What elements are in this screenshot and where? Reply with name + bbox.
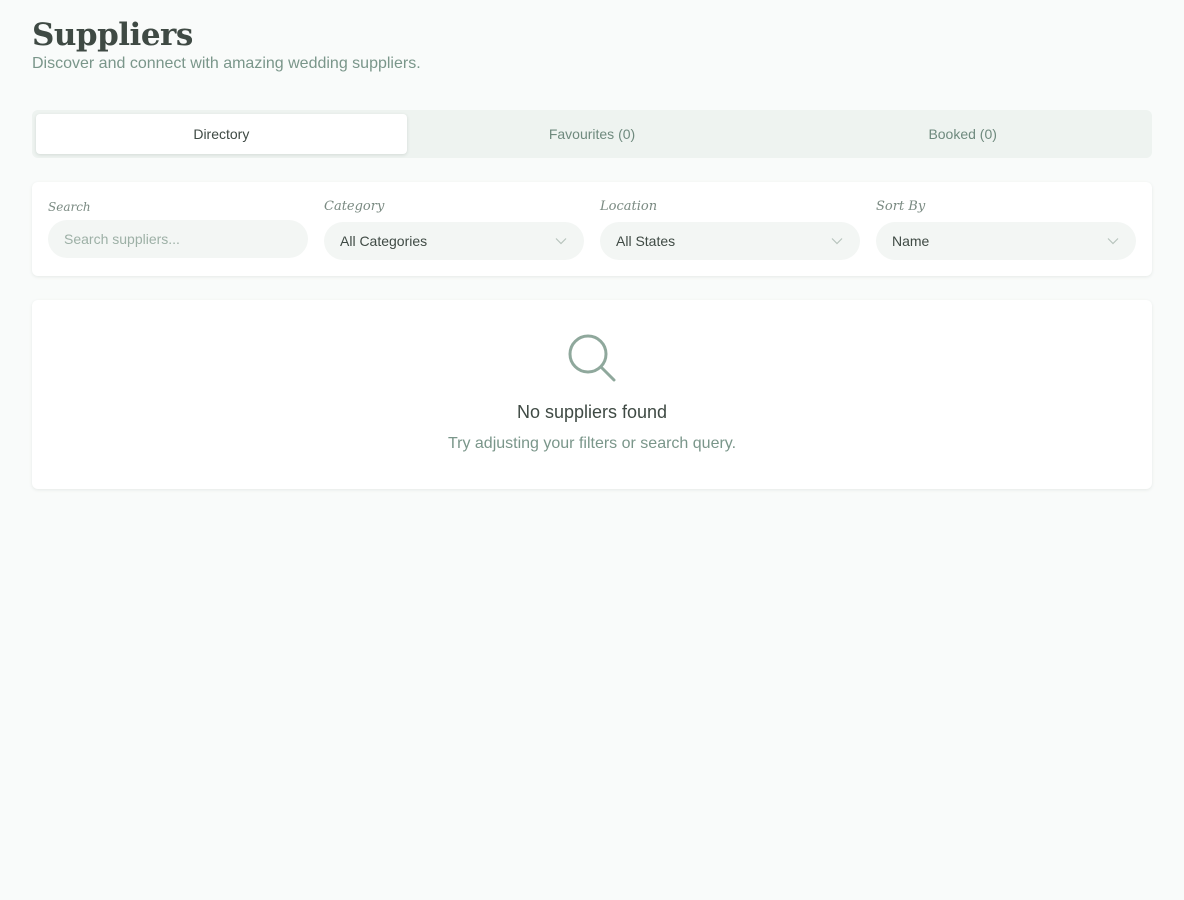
category-filter: Category All Categories [324,198,584,276]
sort-label: Sort By [876,199,926,214]
results-empty-state: No suppliers found Try adjusting your fi… [32,300,1152,489]
location-select[interactable]: All States [600,222,860,260]
empty-state-message: Try adjusting your filters or search que… [447,435,737,452]
chevron-down-icon [554,234,568,248]
category-select-value: All Categories [340,233,428,249]
sort-select[interactable]: Name [876,222,1136,260]
search-icon [566,332,618,384]
chevron-down-icon [1106,234,1120,248]
chevron-down-icon [830,234,844,248]
suppliers-page: Suppliers Discover and connect with amaz… [0,0,1184,900]
category-select[interactable]: All Categories [324,222,584,260]
location-select-value: All States [616,233,676,249]
search-input[interactable] [48,220,308,258]
search-label: Search [48,200,91,214]
tab-bar: Directory Favourites (0) Booked (0) [32,110,1152,158]
sort-filter: Sort By Name [876,198,1136,276]
tab-directory[interactable]: Directory [36,114,407,154]
page-subtitle: Discover and connect with amazing weddin… [32,55,421,72]
filters-card: Search Category All Categories Location … [32,182,1152,276]
page-title: Suppliers [32,17,193,53]
tab-favourites[interactable]: Favourites (0) [407,114,778,154]
tab-booked[interactable]: Booked (0) [777,114,1148,154]
location-label: Location [600,199,658,214]
sort-select-value: Name [892,233,930,249]
category-label: Category [324,199,385,214]
empty-state-title: No suppliers found [516,402,668,422]
search-filter: Search [48,198,308,276]
location-filter: Location All States [600,198,860,276]
